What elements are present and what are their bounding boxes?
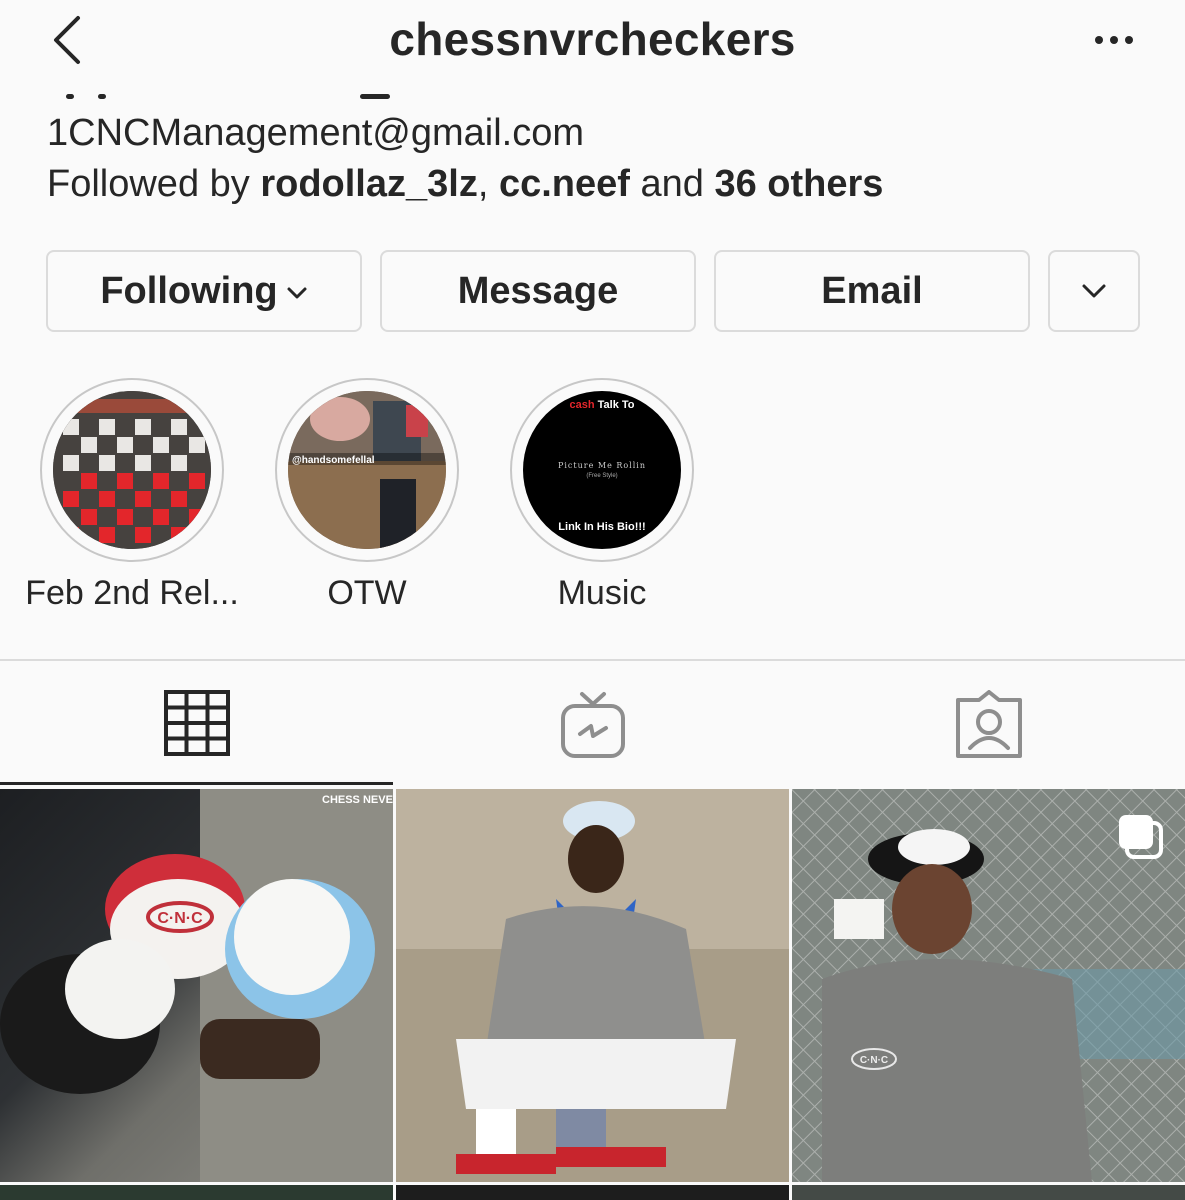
post-thumbnail-partial[interactable] [0, 1185, 393, 1200]
post-thumbnail-partial[interactable] [792, 1185, 1185, 1200]
music-top-text: cash Talk To [569, 399, 635, 411]
email-button[interactable]: Email [714, 250, 1030, 332]
tab-tagged[interactable] [792, 662, 1185, 784]
chevron-down-icon [287, 287, 307, 299]
suggested-accounts-button[interactable] [1048, 250, 1140, 332]
highlight-ring: cash Talk To Picture Me Rollin (Free Sty… [510, 378, 694, 562]
following-button[interactable]: Following [46, 250, 362, 332]
highlight-cover-graffiti: @handsomefellal [288, 391, 446, 549]
message-button[interactable]: Message [380, 250, 696, 332]
post-shirt-text: CHESS NEVER [322, 794, 393, 806]
followed-and: and [629, 163, 715, 205]
follower-link-1[interactable]: rodollaz_3lz [260, 163, 478, 205]
highlight-ring [40, 378, 224, 562]
music-subtitle: (Free Style) [586, 473, 618, 479]
tagged-user-icon [955, 690, 1022, 758]
post-logo-text: C·N·C [157, 910, 203, 927]
post-thumbnail-partial[interactable] [396, 1185, 789, 1200]
carousel-icon [1119, 815, 1163, 859]
more-options-button[interactable] [1091, 22, 1137, 58]
post-image-man-sitting [396, 789, 789, 1182]
followers-others-link[interactable]: 36 others [714, 163, 883, 205]
post-shirt-logo: C·N·C [860, 1055, 888, 1066]
checkerboard-image [53, 391, 211, 549]
bio-truncated-line [60, 88, 400, 100]
highlight-label: Feb 2nd Rel... [25, 574, 239, 612]
post-thumbnail[interactable]: CHESS NEVER C·N·C [0, 789, 393, 1182]
profile-header: chessnvrcheckers [0, 0, 1185, 84]
otw-overlay-text: @handsomefellal [292, 455, 375, 466]
email-label: Email [821, 269, 923, 312]
highlight-ring: @handsomefellal [275, 378, 459, 562]
following-label: Following [100, 269, 278, 312]
highlight-label: Music [557, 574, 647, 612]
igtv-icon [560, 692, 625, 758]
tabs-divider [0, 659, 1185, 661]
music-bottom-text: Link In His Bio!!! [558, 521, 646, 533]
graffiti-image: @handsomefellal [288, 391, 446, 549]
message-label: Message [457, 269, 619, 312]
more-horizontal-icon [1095, 36, 1103, 44]
tab-grid[interactable] [0, 662, 393, 784]
active-tab-indicator [0, 782, 393, 785]
bio-email: 1CNCManagement@gmail.com [47, 112, 584, 154]
post-thumbnail[interactable]: C·N·C [792, 789, 1185, 1182]
highlight-music[interactable]: cash Talk To Picture Me Rollin (Free Sty… [510, 378, 694, 612]
followed-separator: , [477, 163, 499, 205]
music-title: Picture Me Rollin [557, 461, 647, 470]
followed-by-prefix: Followed by [47, 163, 261, 205]
highlight-cover-music: cash Talk To Picture Me Rollin (Free Sty… [523, 391, 681, 549]
follower-link-2[interactable]: cc.neef [499, 163, 630, 205]
highlight-label: OTW [327, 574, 407, 612]
profile-username: chessnvrcheckers [389, 13, 796, 65]
tab-igtv[interactable] [396, 662, 789, 784]
highlight-cover-checkerboard [53, 391, 211, 549]
grid-icon [163, 690, 230, 756]
highlight-otw[interactable]: @handsomefellal OTW [275, 378, 459, 612]
post-image-hats: CHESS NEVER C·N·C [0, 789, 393, 1182]
chevron-down-icon [1082, 284, 1106, 298]
highlight-feb-release[interactable]: Feb 2nd Rel... [25, 378, 239, 612]
followed-by-text: Followed by rodollaz_3lz, cc.neef and 36… [47, 163, 883, 206]
post-thumbnail[interactable] [396, 789, 789, 1182]
